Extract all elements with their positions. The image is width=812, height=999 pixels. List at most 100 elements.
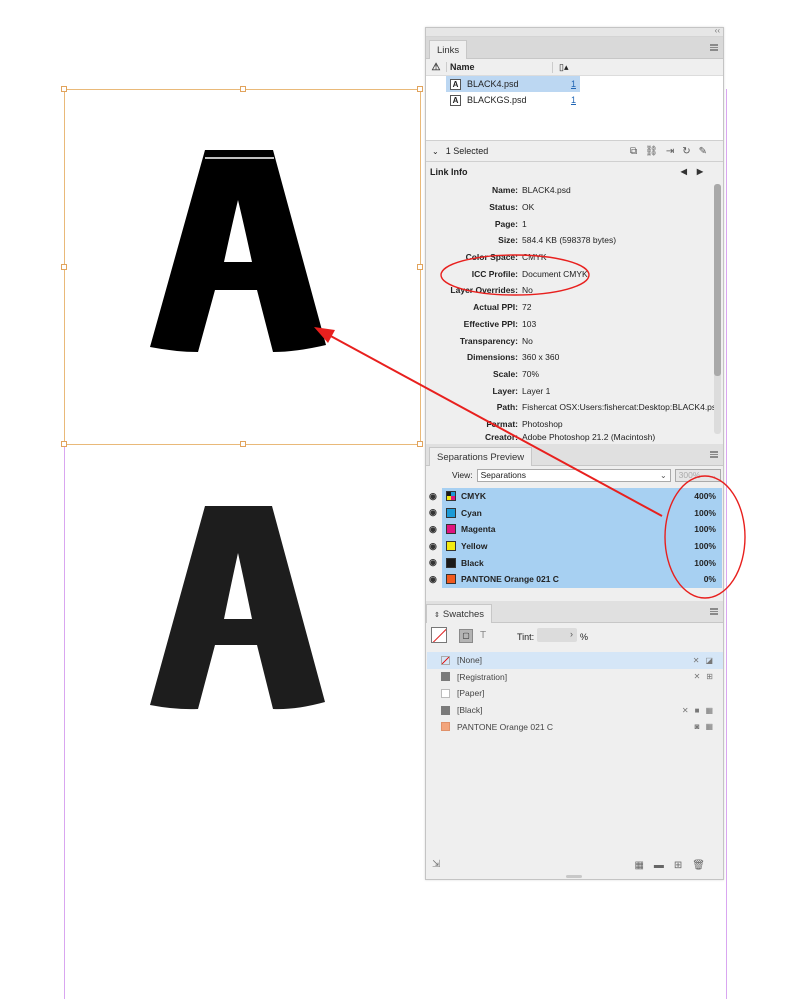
chevron-down-icon[interactable]: ⌄ bbox=[432, 147, 439, 156]
info-value: Layer 1 bbox=[522, 385, 551, 396]
tint-label: Tint: bbox=[517, 632, 535, 642]
swatch-name: [None] bbox=[457, 655, 483, 666]
update-link-icon[interactable]: ⇥ bbox=[666, 146, 674, 157]
info-row: Path: Fishercat OSX:Users:fishercat:Deskt… bbox=[426, 399, 723, 416]
swatch-row-black[interactable]: [Black] ✕ ■ ▦ bbox=[427, 702, 723, 719]
separation-row-pantone[interactable]: ◉ PANTONE Orange 021 C 0% bbox=[429, 571, 722, 588]
eye-icon[interactable]: ◉ bbox=[429, 574, 437, 585]
eye-icon[interactable]: ◉ bbox=[429, 491, 437, 502]
link-row-black4[interactable]: A BLACK4.psd 1 bbox=[426, 76, 723, 92]
tint-input[interactable]: › bbox=[537, 628, 577, 642]
new-color-group-icon[interactable]: ▬ bbox=[654, 860, 664, 871]
swatch-views-icon[interactable]: ▦ bbox=[634, 860, 643, 871]
info-row: Size: 584.4 KB (598378 bytes) bbox=[426, 232, 723, 249]
links-column-header: ⚠ Name ▯▴ bbox=[426, 59, 723, 76]
separations-menu-icon[interactable] bbox=[710, 451, 718, 458]
info-row: Name: BLACK4.psd bbox=[426, 182, 723, 199]
separation-row-magenta[interactable]: ◉ Magenta 100% bbox=[429, 521, 722, 538]
eye-icon[interactable]: ◉ bbox=[429, 541, 437, 552]
view-label: View: bbox=[452, 470, 473, 480]
link-info-scroll-thumb[interactable] bbox=[714, 184, 721, 376]
new-swatch-icon[interactable]: ⊞ bbox=[674, 860, 682, 871]
separation-percent: 100% bbox=[694, 507, 716, 518]
tab-separations-preview[interactable]: Separations Preview bbox=[429, 447, 533, 466]
info-row: Format: Photoshop bbox=[426, 416, 723, 433]
eye-icon[interactable]: ◉ bbox=[429, 524, 437, 535]
cyan-swatch-icon bbox=[446, 507, 456, 518]
missing-status-icon[interactable]: ⚠ bbox=[426, 62, 446, 73]
spot-icon: ◙ bbox=[694, 722, 700, 732]
separations-view-row: View: Separations ⌄ 300% ⌄ bbox=[426, 466, 723, 484]
info-label: Creator: bbox=[484, 432, 518, 443]
pantone-swatch-icon bbox=[441, 722, 450, 732]
link-thumbnail: A bbox=[450, 78, 461, 90]
refresh-icon[interactable]: ↻ bbox=[682, 146, 690, 157]
eye-icon[interactable]: ◉ bbox=[429, 507, 437, 518]
separation-row-cyan[interactable]: ◉ Cyan 100% bbox=[429, 504, 722, 522]
text-format-icon[interactable]: T bbox=[480, 630, 486, 641]
swatch-row-none[interactable]: [None] ✕ ◪ bbox=[427, 652, 723, 669]
panel-dock-titlebar[interactable]: ‹‹ bbox=[426, 26, 723, 37]
swatches-menu-icon[interactable] bbox=[710, 608, 718, 615]
chevron-right-icon[interactable]: › bbox=[570, 629, 573, 639]
info-row: Effective PPI: 103 bbox=[426, 316, 723, 333]
trash-icon[interactable]: 🗑 bbox=[692, 860, 705, 871]
info-value: Document CMYK bbox=[522, 268, 588, 279]
link-info-header: Link Info ◀▶ bbox=[426, 162, 723, 182]
info-label: Actual PPI: bbox=[473, 302, 518, 313]
show-swatch-kinds-icon[interactable]: ⇲ bbox=[432, 859, 440, 870]
column-name[interactable]: Name bbox=[446, 62, 534, 72]
link-filename: BLACK4.psd bbox=[467, 79, 519, 89]
links-menu-icon[interactable] bbox=[710, 44, 718, 51]
selected-count: 1 Selected bbox=[445, 146, 489, 156]
registration-type-icon: ⊞ bbox=[706, 672, 713, 682]
info-row: Color Space: CMYK bbox=[426, 249, 723, 266]
relink-icon[interactable]: ⧉ bbox=[630, 146, 637, 157]
separation-row-black[interactable]: ◉ Black 100% bbox=[429, 554, 722, 571]
link-info-title: Link Info bbox=[430, 167, 468, 177]
no-edit-icon: ✕ bbox=[693, 672, 701, 682]
link-page-number[interactable]: 1 bbox=[552, 92, 580, 108]
separation-row-cmyk[interactable]: ◉ CMYK 400% bbox=[429, 488, 722, 505]
panel-dock: ‹‹ Links ⚠ Name ▯▴ A BLACK4.psd 1 A BLAC… bbox=[425, 26, 724, 880]
info-row: Transparency: No bbox=[426, 332, 723, 349]
zoom-select[interactable]: 300% ⌄ bbox=[674, 468, 721, 482]
link-info-nav-icons[interactable]: ◀▶ bbox=[681, 167, 713, 176]
separation-percent: 100% bbox=[694, 524, 716, 535]
go-to-link-icon[interactable]: ⛓ bbox=[645, 146, 658, 157]
separation-name: Magenta bbox=[461, 524, 496, 535]
info-label: Name: bbox=[492, 185, 518, 196]
fill-stroke-icon[interactable] bbox=[431, 627, 447, 643]
resize-grip[interactable] bbox=[566, 875, 582, 878]
page-column-icon[interactable]: ▯▴ bbox=[552, 61, 568, 73]
swatch-name: PANTONE Orange 021 C bbox=[457, 721, 554, 732]
black-swatch-icon bbox=[446, 557, 456, 568]
separation-name: PANTONE Orange 021 C bbox=[461, 574, 559, 585]
chevron-down-icon: ⌄ bbox=[709, 470, 717, 480]
swatch-row-registration[interactable]: [Registration] ✕ ⊞ bbox=[427, 669, 723, 686]
info-row: Creator: Adobe Photoshop 21.2 (Macintosh) bbox=[426, 432, 723, 444]
info-label: Dimensions: bbox=[466, 352, 518, 363]
link-row-blackgs[interactable]: A BLACKGS.psd 1 bbox=[426, 92, 723, 108]
separation-percent: 100% bbox=[694, 557, 716, 568]
separation-row-yellow[interactable]: ◉ Yellow 100% bbox=[429, 537, 722, 555]
swatch-row-paper[interactable]: [Paper] bbox=[427, 685, 723, 702]
swatch-row-pantone[interactable]: PANTONE Orange 021 C ◙ ▦ bbox=[427, 718, 723, 735]
collapse-icon[interactable]: ‹‹ bbox=[715, 26, 720, 35]
container-format-icon[interactable]: ▢ bbox=[459, 629, 473, 643]
eye-icon[interactable]: ◉ bbox=[429, 557, 437, 568]
info-value: 360 x 360 bbox=[522, 352, 560, 363]
view-select[interactable]: Separations ⌄ bbox=[476, 468, 671, 482]
swatch-row-icons: ✕ ■ ▦ bbox=[682, 706, 713, 715]
info-row: Layer: Layer 1 bbox=[426, 382, 723, 399]
info-value: Adobe Photoshop 21.2 (Macintosh) bbox=[522, 432, 656, 443]
tab-swatches[interactable]: ⇕ Swatches bbox=[426, 604, 493, 623]
tab-links[interactable]: Links bbox=[429, 40, 468, 59]
edit-original-icon[interactable]: ✎ bbox=[699, 146, 707, 157]
swatches-tab-label: Swatches bbox=[442, 609, 485, 620]
separation-name: Black bbox=[461, 557, 484, 568]
separation-name: Yellow bbox=[461, 541, 488, 552]
info-label: Format: bbox=[486, 418, 518, 429]
info-row: Actual PPI: 72 bbox=[426, 299, 723, 316]
link-page-number[interactable]: 1 bbox=[552, 76, 580, 92]
